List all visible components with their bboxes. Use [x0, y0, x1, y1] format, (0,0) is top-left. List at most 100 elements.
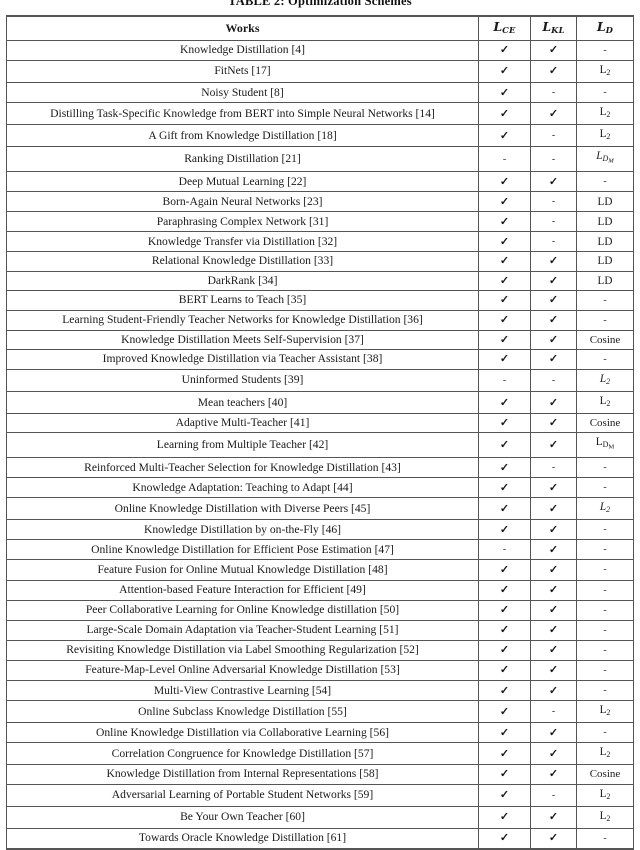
work-title-cell: Online Subclass Knowledge Distillation [… — [6, 700, 479, 724]
table-page: TABLE 2: Optimization Schemes Works LCE … — [0, 0, 640, 850]
loss-value: LD — [597, 215, 613, 228]
table-row: Improved Knowledge Distillation via Teac… — [6, 348, 634, 370]
check-icon: ✓ — [499, 584, 510, 597]
d-cell: L2 — [576, 700, 634, 724]
check-icon: ✓ — [499, 684, 510, 697]
dash-mark: - — [603, 462, 607, 473]
dash-mark: - — [603, 624, 607, 636]
dash-mark: - — [551, 153, 556, 165]
table-row: Multi-View Contrastive Learning [54] ✓ ✓ - — [6, 680, 634, 702]
d-cell: - — [576, 39, 634, 61]
loss-value: L2 — [599, 395, 611, 409]
work-title-cell: BERT Learns to Teach [35] — [6, 289, 479, 311]
d-cell: L2 — [576, 391, 634, 415]
check-icon: ✓ — [548, 417, 559, 430]
dash-mark: - — [551, 374, 556, 386]
ce-cell: ✓ — [478, 639, 531, 661]
table-row: BERT Learns to Teach [35] ✓ ✓ - — [6, 289, 634, 311]
check-icon: ✓ — [499, 353, 510, 366]
loss-value: LD — [597, 195, 613, 208]
check-icon: ✓ — [499, 107, 510, 120]
kl-cell: ✓ — [530, 432, 577, 458]
table-row: Reinforced Multi-Teacher Selection for K… — [6, 456, 634, 479]
work-title-cell: Correlation Congruence for Knowledge Dis… — [6, 742, 479, 766]
check-icon: ✓ — [548, 811, 559, 824]
work-title-cell: Reinforced Multi-Teacher Selection for K… — [6, 456, 479, 479]
table-row: Paraphrasing Complex Network [31] ✓ - LD — [6, 211, 634, 233]
work-title-cell: Towards Oracle Knowledge Distillation [6… — [6, 827, 479, 850]
check-icon: ✓ — [499, 314, 510, 327]
kl-cell: ✓ — [530, 39, 577, 61]
d-cell: - — [576, 348, 634, 370]
d-cell: LD — [576, 270, 634, 291]
check-icon: ✓ — [499, 129, 510, 142]
check-icon: ✓ — [548, 543, 559, 556]
dash-mark: - — [551, 236, 556, 248]
kl-cell: ✓ — [530, 270, 577, 291]
check-icon: ✓ — [548, 333, 559, 346]
kl-cell: ✓ — [530, 680, 577, 702]
check-icon: ✓ — [499, 523, 510, 536]
d-cell: - — [576, 171, 634, 193]
check-icon: ✓ — [499, 461, 510, 474]
dash-mark: - — [603, 544, 607, 556]
ce-cell: ✓ — [478, 171, 531, 193]
d-cell: L2 — [576, 742, 634, 766]
table-row: Feature-Map-Level Online Adversarial Kno… — [6, 659, 634, 682]
d-cell: Cosine — [576, 413, 634, 434]
ce-cell: ✓ — [478, 477, 531, 499]
d-cell: LD — [576, 231, 634, 253]
work-title-cell: Large-Scale Domain Adaptation via Teache… — [6, 619, 479, 641]
table-row: Correlation Congruence for Knowledge Dis… — [6, 742, 634, 766]
kl-cell: ✓ — [530, 477, 577, 499]
d-cell: - — [576, 519, 634, 541]
table-row: DarkRank [34] ✓ ✓ LD — [6, 270, 634, 291]
work-title-cell: Relational Knowledge Distillation [33] — [6, 251, 479, 272]
table-row: A Gift from Knowledge Distillation [18] ✓… — [6, 124, 634, 148]
check-icon: ✓ — [548, 604, 559, 617]
d-cell: L2 — [576, 102, 634, 126]
ce-cell: ✓ — [478, 805, 531, 829]
ce-cell: - — [478, 146, 531, 173]
dash-mark: - — [502, 153, 507, 165]
check-icon: ✓ — [499, 789, 510, 801]
check-icon: ✓ — [499, 604, 510, 617]
loss-value: L2 — [599, 704, 611, 718]
kl-cell: ✓ — [530, 251, 577, 272]
check-icon: ✓ — [548, 726, 559, 739]
check-icon: ✓ — [548, 44, 559, 57]
check-icon: ✓ — [499, 644, 510, 657]
table-header: Works LCE LKL LD — [6, 14, 634, 41]
dash-mark: - — [551, 462, 556, 473]
kl-cell: ✓ — [530, 559, 577, 581]
table-row: Born-Again Neural Networks [23] ✓ - LD — [6, 191, 634, 213]
d-cell: - — [576, 639, 634, 661]
d-cell: - — [576, 477, 634, 499]
work-title-cell: FitNets [17] — [6, 59, 479, 84]
table-body: Knowledge Distillation [4] ✓ ✓ - FitNets [17… — [6, 39, 634, 850]
check-icon: ✓ — [548, 684, 559, 697]
table-caption: TABLE 2: Optimization Schemes — [228, 0, 412, 8]
check-icon: ✓ — [499, 86, 510, 99]
d-cell: - — [576, 680, 634, 702]
header-row: Works LCE LKL LD — [6, 14, 634, 41]
loss-d-symbol: LD — [596, 19, 614, 35]
loss-value: Cosine — [589, 333, 621, 346]
check-icon: ✓ — [548, 747, 559, 760]
d-cell: - — [576, 599, 634, 621]
table-row: Online Subclass Knowledge Distillation [… — [6, 700, 634, 724]
dash-mark: - — [603, 176, 607, 188]
d-cell: L2 — [576, 368, 634, 393]
kl-cell: ✓ — [530, 413, 577, 434]
optimization-schemes-table-wrapper: Works LCE LKL LD Knowledge Distillation … — [6, 14, 634, 850]
table-row: Attention-based Feature Interaction for … — [6, 579, 634, 601]
kl-cell: ✓ — [530, 722, 577, 744]
check-icon: ✓ — [499, 747, 510, 760]
column-header-kl: LKL — [530, 14, 577, 41]
work-title-cell: Peer Collaborative Learning for Online K… — [6, 599, 479, 621]
loss-value: L2 — [599, 128, 611, 142]
kl-cell: ✓ — [530, 289, 577, 311]
check-icon: ✓ — [499, 294, 510, 307]
d-cell: - — [576, 559, 634, 581]
dash-mark: - — [551, 216, 556, 228]
